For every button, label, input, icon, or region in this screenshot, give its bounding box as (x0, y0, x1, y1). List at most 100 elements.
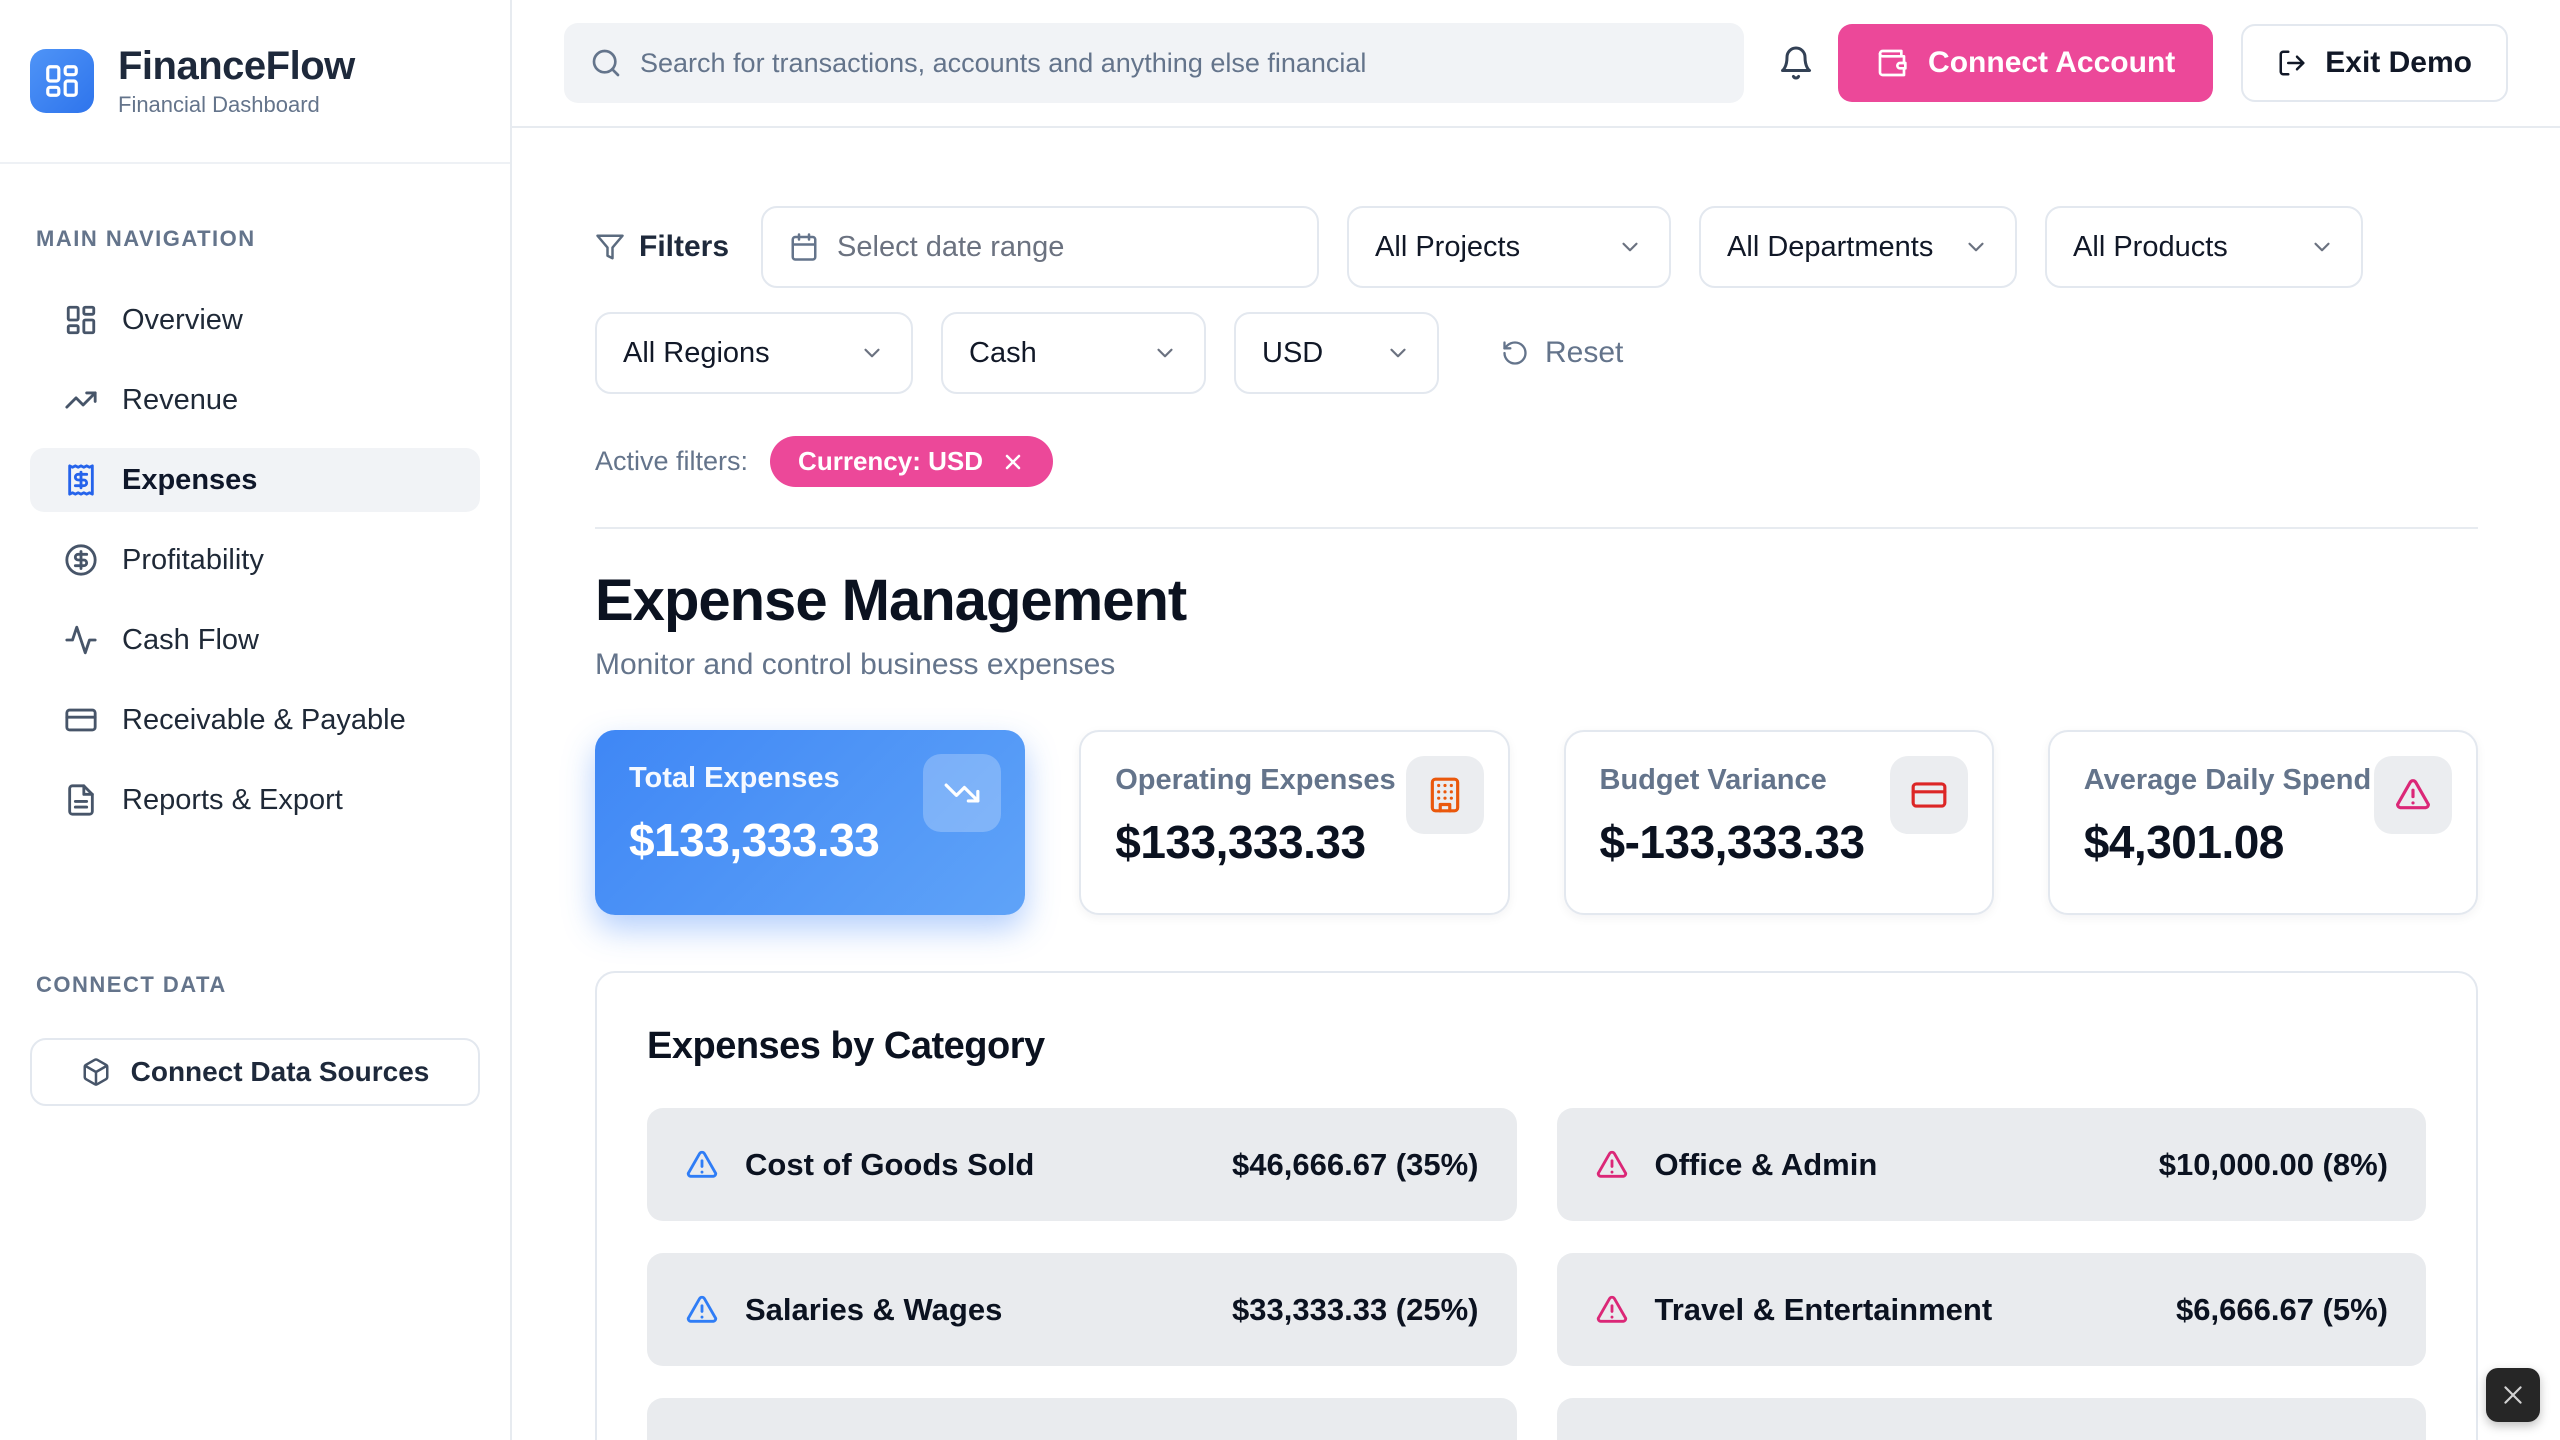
projects-select[interactable]: All Projects (1347, 206, 1671, 288)
circle-dollar-icon (64, 543, 98, 577)
regions-select[interactable]: All Regions (595, 312, 913, 394)
sidebar-item-label: Cash Flow (122, 624, 259, 657)
topbar-actions: Connect Account Exit Demo (1838, 24, 2508, 102)
sidebar-item-cash-flow[interactable]: Cash Flow (30, 608, 480, 672)
category-name: Cost of Goods Sold (745, 1147, 1034, 1183)
trending-up-icon (64, 383, 98, 417)
bell-icon (1778, 45, 1814, 81)
connect-account-label: Connect Account (1928, 46, 2175, 80)
page-subtitle: Monitor and control business expenses (595, 648, 2478, 682)
chevron-down-icon (1617, 234, 1643, 260)
calendar-icon (789, 232, 819, 262)
currency-select[interactable]: USD (1234, 312, 1439, 394)
close-icon (2500, 1382, 2526, 1408)
regions-select-value: All Regions (623, 337, 770, 370)
main-navigation: MAIN NAVIGATION Overview Revenue Expense… (0, 226, 510, 832)
basis-select-value: Cash (969, 337, 1037, 370)
category-value: $46,666.67 (35%) (1232, 1147, 1478, 1183)
connect-data-sources-button[interactable]: Connect Data Sources (30, 1038, 480, 1106)
sidebar-item-label: Reports & Export (122, 784, 343, 817)
credit-card-icon (64, 703, 98, 737)
file-text-icon (64, 783, 98, 817)
reset-filters-button[interactable]: Reset (1501, 336, 1623, 370)
filter-funnel-icon (595, 232, 625, 262)
category-grid: Cost of Goods Sold $46,666.67 (35%) Offi… (647, 1108, 2426, 1440)
building-icon (1406, 756, 1484, 834)
package-icon (81, 1057, 111, 1087)
filters-row-1: Filters Select date range All Projects (595, 206, 2478, 288)
filters-panel: Filters Select date range All Projects (595, 206, 2478, 487)
chevron-down-icon (2309, 234, 2335, 260)
products-select[interactable]: All Products (2045, 206, 2363, 288)
app-logo-icon (30, 49, 94, 113)
receipt-icon (64, 463, 98, 497)
category-card-title: Expenses by Category (647, 1025, 2426, 1068)
category-row-salaries-wages: Salaries & Wages $33,333.33 (25%) (647, 1253, 1517, 1366)
departments-select[interactable]: All Departments (1699, 206, 2017, 288)
currency-filter-badge-label: Currency: USD (798, 446, 983, 477)
category-value: $10,000.00 (8%) (2159, 1147, 2388, 1183)
sidebar-item-label: Overview (122, 304, 243, 337)
sidebar: FinanceFlow Financial Dashboard MAIN NAV… (0, 0, 512, 1440)
currency-filter-badge[interactable]: Currency: USD (770, 436, 1053, 487)
projects-select-value: All Projects (1375, 231, 1520, 264)
sidebar-item-profitability[interactable]: Profitability (30, 528, 480, 592)
close-overlay-button[interactable] (2486, 1368, 2540, 1422)
search-icon (590, 47, 622, 79)
alert-triangle-icon (2374, 756, 2452, 834)
nav-section-label: MAIN NAVIGATION (36, 226, 474, 252)
alert-triangle-icon (685, 1148, 719, 1182)
sidebar-item-reports-export[interactable]: Reports & Export (30, 768, 480, 832)
sidebar-item-revenue[interactable]: Revenue (30, 368, 480, 432)
app-subtitle: Financial Dashboard (118, 92, 355, 118)
sidebar-item-label: Expenses (122, 464, 257, 497)
search-box[interactable] (564, 23, 1744, 103)
layout-dashboard-icon (64, 303, 98, 337)
category-row-marketing: Marketing $20,000.00 (15%) (647, 1398, 1517, 1440)
activity-icon (64, 623, 98, 657)
category-name: Office & Admin (1655, 1147, 1878, 1183)
sidebar-item-receivable-payable[interactable]: Receivable & Payable (30, 688, 480, 752)
badge-remove-icon[interactable] (1001, 450, 1025, 474)
chevron-down-icon (859, 340, 885, 366)
currency-select-value: USD (1262, 337, 1323, 370)
rotate-ccw-icon (1501, 339, 1529, 367)
category-value: $20,000.00 (15%) (1232, 1437, 1478, 1440)
departments-select-value: All Departments (1727, 231, 1933, 264)
connect-section-label: CONNECT DATA (36, 972, 474, 998)
search-input[interactable] (640, 48, 1718, 79)
alert-triangle-icon (1595, 1148, 1629, 1182)
alert-triangle-icon (1595, 1293, 1629, 1327)
active-filters-label: Active filters: (595, 446, 748, 477)
notifications-button[interactable] (1778, 45, 1814, 81)
stat-card-operating-expenses: Operating Expenses $133,333.33 (1079, 730, 1509, 915)
app-root: FinanceFlow Financial Dashboard MAIN NAV… (0, 0, 2560, 1440)
alert-triangle-icon (685, 1293, 719, 1327)
brand-text: FinanceFlow Financial Dashboard (118, 44, 355, 118)
category-value: $6,666.67 (5%) (2176, 1292, 2388, 1328)
sidebar-item-expenses[interactable]: Expenses (30, 448, 480, 512)
chevron-down-icon (1152, 340, 1178, 366)
credit-card-icon (1890, 756, 1968, 834)
topbar: Connect Account Exit Demo (512, 0, 2560, 128)
category-row-professional-services: Professional Services $3,333.33 (3%) (1557, 1398, 2427, 1440)
category-value: $3,333.33 (3%) (2176, 1437, 2388, 1440)
page-head: Expense Management Monitor and control b… (595, 567, 2478, 682)
category-row-cost-of-goods-sold: Cost of Goods Sold $46,666.67 (35%) (647, 1108, 1517, 1221)
chevron-down-icon (1963, 234, 1989, 260)
category-name: Salaries & Wages (745, 1292, 1002, 1328)
date-range-input[interactable]: Select date range (761, 206, 1319, 288)
section-divider (595, 527, 2478, 529)
sidebar-item-overview[interactable]: Overview (30, 288, 480, 352)
connect-account-button[interactable]: Connect Account (1838, 24, 2213, 102)
basis-select[interactable]: Cash (941, 312, 1206, 394)
reset-label: Reset (1545, 336, 1623, 370)
active-filters-row: Active filters: Currency: USD (595, 436, 2478, 487)
chevron-down-icon (1385, 340, 1411, 366)
exit-demo-button[interactable]: Exit Demo (2241, 24, 2508, 102)
connect-data-section: CONNECT DATA Connect Data Sources (0, 972, 510, 1106)
category-name: Travel & Entertainment (1655, 1292, 1993, 1328)
wallet-icon (1876, 47, 1908, 79)
category-name: Professional Services (1655, 1437, 1977, 1440)
stat-card-budget-variance: Budget Variance $-133,333.33 (1564, 730, 1994, 915)
